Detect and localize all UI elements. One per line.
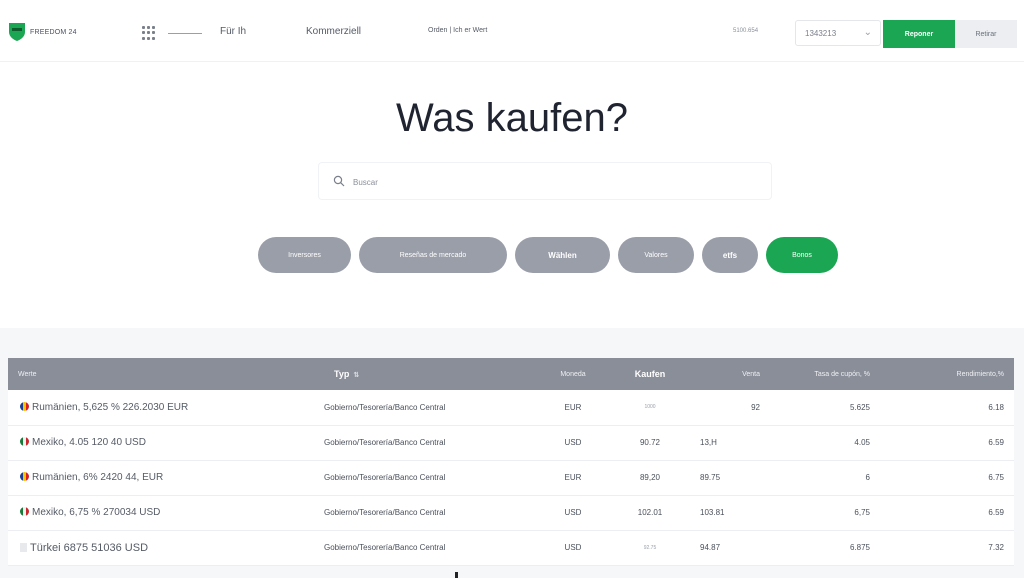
bond-yield: 6.75 [988, 473, 1004, 482]
account-balance: 5100.654 [733, 28, 759, 34]
mexico-flag-icon [20, 437, 29, 446]
col-header-name[interactable]: Werte [8, 358, 324, 390]
bond-type: Gobierno/Tesorería/Banco Central [324, 508, 446, 517]
filter-chip-etfs[interactable]: etfs [702, 237, 758, 273]
table-row[interactable]: Rumänien, 6% 2420 44, EUR Gobierno/Tesor… [8, 460, 1014, 495]
col-header-currency[interactable]: Moneda [536, 358, 610, 390]
chevron-down-icon: ⌄ [863, 27, 872, 38]
filter-chip-bonos[interactable]: Bonos [766, 237, 838, 273]
bond-coupon: 4.05 [854, 438, 870, 447]
table-row[interactable]: Rumänien, 5,625 % 226.2030 EUR Gobierno/… [8, 390, 1014, 425]
top-bar: FREEDOM 24 Für Ih Kommerziell Orden | Ic… [0, 0, 1024, 62]
romania-flag-icon [20, 401, 29, 411]
bond-currency: USD [564, 508, 582, 517]
filter-chip-resenas[interactable]: Reseñas de mercado [359, 237, 507, 273]
bond-name[interactable]: Mexiko, 4.05 120 40 USD [8, 425, 324, 460]
turkey-flag-icon [20, 542, 27, 552]
nav-item-orden[interactable]: Orden | Ich er Wert [428, 27, 487, 34]
filter-chip-wahlen[interactable]: Wählen [515, 237, 610, 273]
bond-buy[interactable]: 1000 [610, 390, 690, 425]
bond-buy[interactable]: 90.72 [610, 425, 690, 460]
table-header: Werte Typ ⇅ Moneda Kaufen Venta Tasa de c… [8, 358, 1014, 390]
bond-type: Gobierno/Tesorería/Banco Central [324, 438, 446, 447]
col-header-sell[interactable]: Venta [690, 358, 770, 390]
bond-coupon: 6 [865, 473, 870, 482]
text-cursor [455, 572, 458, 578]
bond-currency: EUR [564, 402, 582, 412]
bond-name[interactable]: Mexiko, 6,75 % 270034 USD [8, 495, 324, 530]
bond-currency: USD [564, 438, 582, 447]
search-icon [333, 175, 345, 187]
bond-yield: 6.18 [988, 402, 1004, 412]
filter-chip-inversores[interactable]: Inversores [258, 237, 351, 273]
nav-item-fur-ihn[interactable]: Für Ih [220, 26, 246, 37]
mexico-flag-icon [20, 507, 29, 516]
sort-icon: ⇅ [353, 372, 360, 379]
account-select[interactable]: 1343213 ⌄ [795, 20, 881, 46]
bond-sell[interactable]: 92 [690, 390, 770, 425]
bonds-table: Werte Typ ⇅ Moneda Kaufen Venta Tasa de c… [8, 358, 1014, 566]
bond-currency: USD [564, 543, 582, 552]
nav-item-kommerziell[interactable]: Kommerziell [306, 26, 361, 37]
logo-text: FREEDOM 24 [30, 28, 77, 36]
bond-yield: 7.32 [988, 543, 1004, 552]
bond-sell[interactable]: 103.81 [690, 495, 770, 530]
bond-name[interactable]: Rumänien, 6% 2420 44, EUR [8, 460, 324, 495]
bond-coupon: 6.875 [849, 543, 870, 552]
bond-name[interactable]: Rumänien, 5,625 % 226.2030 EUR [8, 390, 324, 425]
divider [168, 33, 202, 34]
bond-yield: 6.59 [988, 438, 1004, 447]
bond-type: Gobierno/Tesorería/Banco Central [324, 543, 446, 552]
bond-yield: 6.59 [988, 508, 1004, 517]
search-input[interactable] [353, 172, 753, 192]
bond-coupon: 6,75 [854, 508, 870, 517]
col-header-type[interactable]: Typ ⇅ [324, 358, 536, 390]
page-title: Was kaufen? [396, 96, 628, 140]
reponer-button[interactable]: Reponer [883, 20, 955, 48]
shield-logo-icon [9, 23, 25, 41]
filter-chips: Inversores Reseñas de mercado Wählen Val… [258, 237, 838, 273]
account-number: 1343213 [805, 29, 837, 38]
table-row[interactable]: Türkei 6875 51036 USD Gobierno/Tesorería… [8, 530, 1014, 565]
retirar-button[interactable]: Retirar [955, 20, 1017, 48]
bond-coupon: 5.625 [849, 402, 870, 412]
bond-currency: EUR [564, 473, 582, 482]
table-row[interactable]: Mexiko, 6,75 % 270034 USD Gobierno/Tesor… [8, 495, 1014, 530]
bond-type: Gobierno/Tesorería/Banco Central [324, 402, 446, 412]
bond-name[interactable]: Türkei 6875 51036 USD [8, 530, 324, 565]
romania-flag-icon [20, 472, 29, 481]
col-header-coupon[interactable]: Tasa de cupón, % [770, 358, 880, 390]
search-box[interactable] [318, 162, 772, 200]
bond-buy[interactable]: 102.01 [610, 495, 690, 530]
bond-sell[interactable]: 94.87 [690, 530, 770, 565]
apps-grid-icon[interactable] [142, 26, 156, 40]
bond-type: Gobierno/Tesorería/Banco Central [324, 473, 446, 482]
logo[interactable]: FREEDOM 24 [8, 22, 77, 42]
bond-buy[interactable]: 92.75 [610, 530, 690, 565]
table-row[interactable]: Mexiko, 4.05 120 40 USD Gobierno/Tesorer… [8, 425, 1014, 460]
col-header-yield[interactable]: Rendimiento,% [880, 358, 1014, 390]
bond-buy[interactable]: 89,20 [610, 460, 690, 495]
bond-sell[interactable]: 13,H [690, 425, 770, 460]
bond-sell[interactable]: 89.75 [690, 460, 770, 495]
filter-chip-valores[interactable]: Valores [618, 237, 694, 273]
col-header-buy[interactable]: Kaufen [610, 358, 690, 390]
